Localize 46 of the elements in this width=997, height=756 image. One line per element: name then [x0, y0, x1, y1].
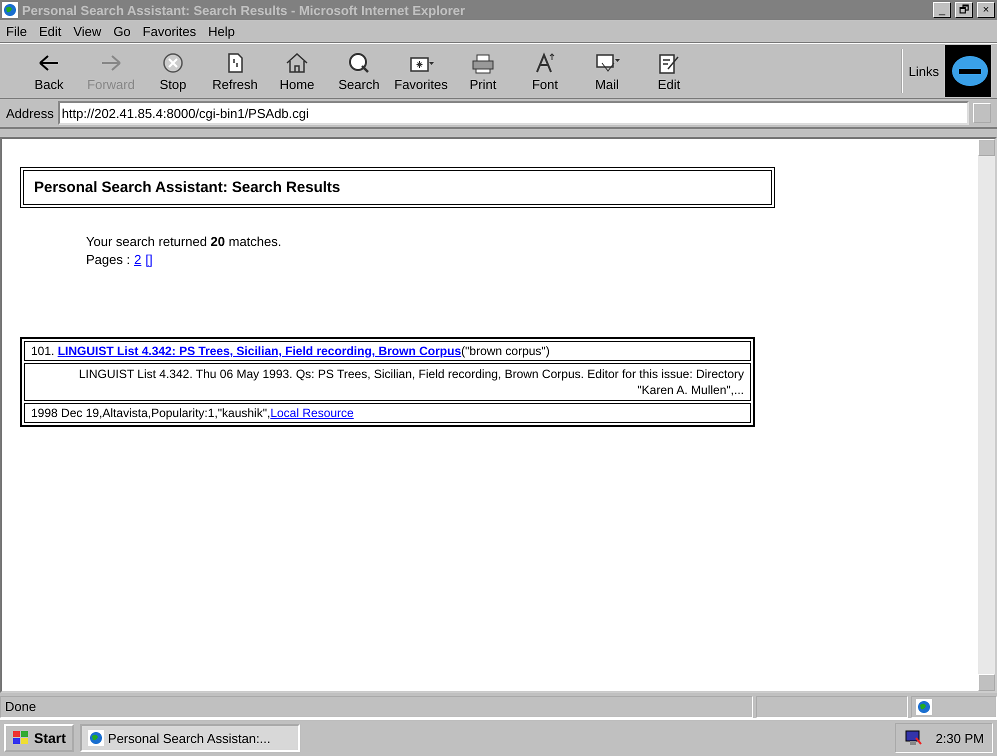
scroll-up-button[interactable] — [978, 139, 995, 156]
scroll-down-button[interactable] — [978, 674, 995, 691]
menu-item[interactable]: Help — [208, 24, 235, 38]
page-link[interactable]: 2 — [134, 252, 142, 267]
window-control[interactable]: _ — [933, 2, 951, 18]
toolbar-button[interactable]: Refresh — [204, 50, 266, 92]
toolbar-button[interactable]: Font — [514, 50, 576, 92]
pages-label: Pages : — [86, 252, 130, 267]
page-link[interactable]: [] — [145, 252, 153, 267]
resource-link[interactable]: Local Resource — [270, 406, 354, 420]
toolbar-button[interactable]: Stop — [142, 50, 204, 92]
menu-item[interactable]: Edit — [38, 24, 62, 38]
toolbar-button[interactable]: Edit — [638, 50, 700, 92]
toolbar-button[interactable]: Mail — [576, 50, 638, 92]
home-icon — [284, 50, 310, 74]
status-text: Done — [0, 696, 753, 718]
result-number: 101. — [31, 344, 54, 358]
menu-item[interactable]: View — [73, 24, 102, 38]
result-summary: Your search returned 20 matches. — [86, 234, 282, 249]
query-text: ("brown corpus") — [461, 344, 550, 358]
menu-item[interactable]: Favorites — [142, 24, 196, 38]
result-snippet: LINGUIST List 4.342. Thu 06 May 1993. Qs: PS Trees, Sicilian, Field recording, Brown Corpus. Editor for this issue: Directory "Karen A. Mullen",... — [24, 363, 751, 402]
globe-icon — [88, 730, 104, 746]
toolbar-button[interactable]: Search — [328, 50, 390, 92]
dropdown-button[interactable] — [973, 103, 991, 123]
address-field[interactable]: http://202.41.85.4:8000/cgi-bin1/PSAdb.cgi — [58, 101, 969, 125]
monitor-icon[interactable] — [904, 730, 922, 746]
result-title-link[interactable]: LINGUIST List 4.342: PS Trees, Sicilian, Field recording, Brown Corpus — [58, 344, 462, 358]
window-control[interactable]: × — [977, 2, 995, 18]
menu-item[interactable]: File — [6, 24, 27, 38]
toolbar-button[interactable]: Favorites — [390, 50, 452, 92]
start-button[interactable]: Start — [4, 724, 74, 752]
page-heading: Personal Search Assistant: Search Results — [20, 167, 775, 208]
address-label: Address — [6, 106, 54, 120]
globe-icon — [2, 2, 18, 18]
clock: 2:30 PM — [936, 730, 984, 746]
toolbar-button[interactable]: Print — [452, 50, 514, 92]
window-title: Personal Search Assistant: Search Results - Microsoft Internet Explorer — [22, 2, 466, 18]
globe-icon — [916, 699, 932, 715]
window-control[interactable]: 🗗 — [955, 2, 973, 18]
menu-item[interactable]: Go — [113, 24, 131, 38]
toolbar-button[interactable]: Back — [18, 50, 80, 92]
taskbar-button[interactable]: Personal Search Assistan:... — [80, 724, 300, 752]
result-meta: 1998 Dec 19,Altavista,Popularity:1,"kaushik", — [31, 406, 270, 420]
windows-flag-icon — [12, 730, 30, 746]
toolbar-button[interactable]: Home — [266, 50, 328, 92]
